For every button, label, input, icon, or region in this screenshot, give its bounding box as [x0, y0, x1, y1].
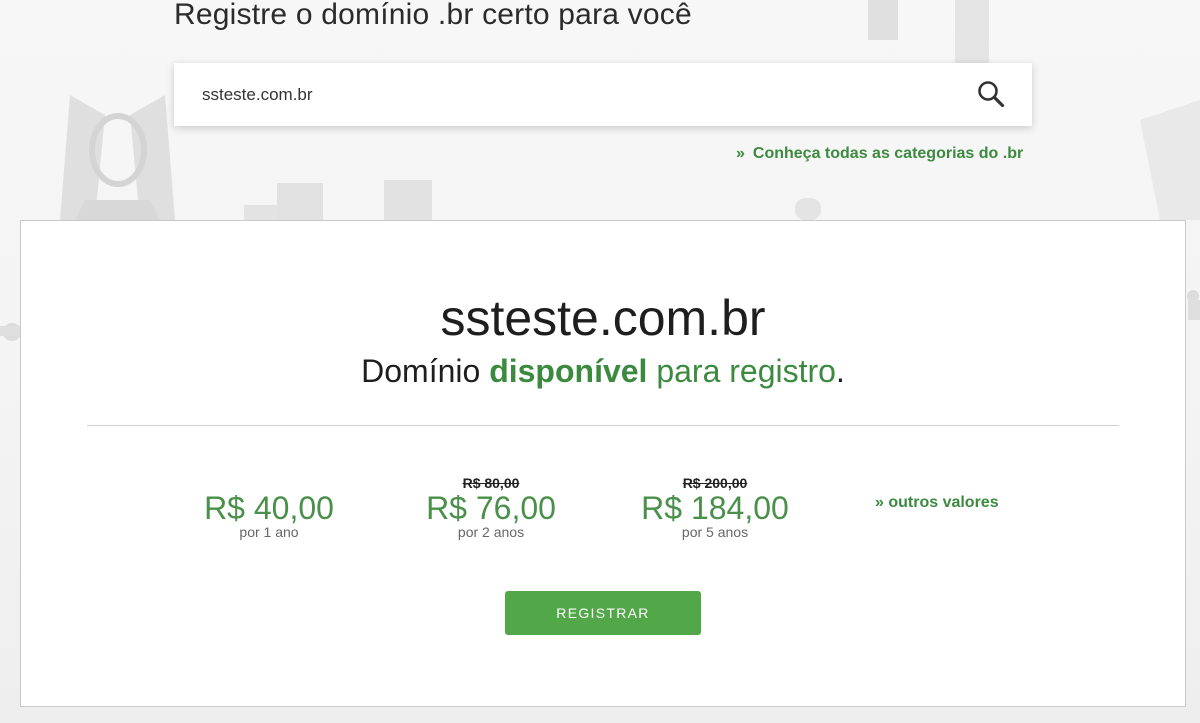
price-value: R$ 40,00: [204, 490, 334, 526]
register-button[interactable]: REGISTRAR: [505, 591, 701, 635]
search-icon: [978, 81, 1005, 108]
price-value: R$ 76,00: [426, 490, 556, 526]
price-period: por 1 ano: [239, 524, 299, 540]
other-values-link[interactable]: » outros valores: [875, 494, 999, 512]
categories-link-label: Conheça todas as categorias do .br: [752, 145, 1024, 162]
price-value: R$ 184,00: [641, 490, 789, 526]
price-period: por 5 anos: [681, 524, 749, 540]
status-prefix: Domínio: [361, 353, 490, 389]
domain-search-box: [174, 63, 1032, 126]
price-old: R$ 80,00: [462, 475, 520, 491]
price-period: por 2 anos: [457, 524, 525, 540]
price-old: R$ 200,00: [682, 475, 748, 491]
status-suffix: para registro: [647, 353, 836, 389]
domain-result-card: ssteste.com.br Domínio disponível para r…: [20, 220, 1186, 707]
status-period: .: [835, 353, 845, 389]
double-chevron-right-icon: »: [736, 145, 745, 162]
status-available-label: disponível: [489, 353, 648, 389]
price-option-5-years[interactable]: R$ 200,00 R$ 184,00 por 5 anos: [625, 475, 805, 539]
divider: [87, 425, 1119, 426]
price-option-1-year[interactable]: R$ 40,00 por 1 ano: [189, 475, 349, 539]
hero-title: Registre o domínio .br certo para você: [174, 0, 692, 31]
categories-link[interactable]: » Conheça todas as categorias do .br: [736, 145, 1036, 163]
price-old: [189, 475, 349, 491]
result-domain-name: ssteste.com.br: [440, 290, 766, 346]
domain-search-input[interactable]: [202, 74, 962, 115]
availability-status: Domínio disponível para registro.: [21, 353, 1185, 390]
price-option-2-years[interactable]: R$ 80,00 R$ 76,00 por 2 anos: [411, 475, 571, 539]
search-button[interactable]: [974, 77, 1008, 111]
